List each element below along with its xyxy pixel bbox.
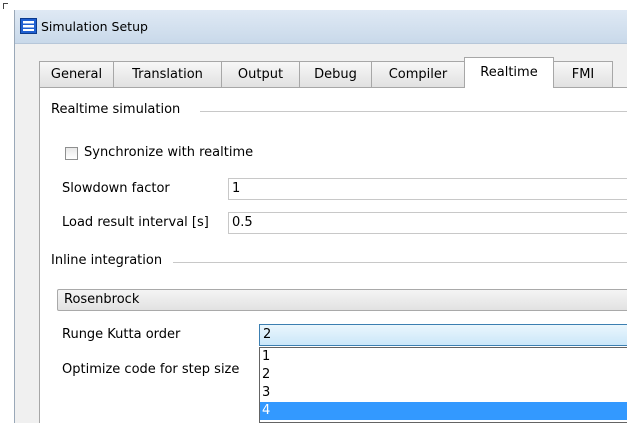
load-result-interval-input[interactable]: 0.5 bbox=[228, 212, 627, 234]
rk-order-option[interactable]: 2 bbox=[260, 366, 627, 384]
inline-group-title: Inline integration bbox=[51, 253, 166, 268]
background-window-edge bbox=[0, 0, 14, 423]
realtime-group-title: Realtime simulation bbox=[51, 102, 184, 117]
runge-kutta-order-dropdown: 1 2 3 4 bbox=[259, 347, 627, 423]
slowdown-factor-label: Slowdown factor bbox=[62, 181, 170, 196]
dialog-app-icon bbox=[20, 18, 37, 34]
rk-order-option-highlighted[interactable]: 4 bbox=[260, 402, 627, 420]
slowdown-factor-input[interactable]: 1 bbox=[228, 178, 627, 200]
tab-realtime[interactable]: Realtime bbox=[464, 57, 554, 88]
realtime-tab-panel: Realtime simulation Synchronize with rea… bbox=[39, 87, 627, 423]
synchronize-label: Synchronize with realtime bbox=[84, 145, 254, 160]
simulation-setup-dialog: Simulation Setup General Translation Out… bbox=[14, 10, 627, 423]
optimize-step-size-label: Optimize code for step size bbox=[62, 362, 240, 377]
tab-bar: General Translation Output Debug Compile… bbox=[39, 57, 627, 88]
tab-general[interactable]: General bbox=[39, 61, 114, 87]
tab-fmi[interactable]: FMI bbox=[553, 61, 613, 87]
window-corner-mark bbox=[3, 3, 8, 9]
integration-method-select[interactable]: Rosenbrock bbox=[57, 289, 627, 311]
load-result-interval-label: Load result interval [s] bbox=[62, 215, 209, 230]
runge-kutta-order-select[interactable]: 2 bbox=[259, 324, 627, 346]
tab-translation[interactable]: Translation bbox=[113, 61, 222, 87]
group-divider bbox=[200, 111, 627, 112]
tab-output[interactable]: Output bbox=[221, 61, 300, 87]
group-divider bbox=[173, 262, 627, 263]
rk-order-option[interactable]: 3 bbox=[260, 384, 627, 402]
runge-kutta-order-label: Runge Kutta order bbox=[62, 327, 181, 342]
tab-debug[interactable]: Debug bbox=[299, 61, 372, 87]
synchronize-checkbox[interactable] bbox=[65, 147, 78, 160]
rk-order-option[interactable]: 1 bbox=[260, 348, 627, 366]
dialog-title: Simulation Setup bbox=[41, 19, 148, 34]
title-bar[interactable]: Simulation Setup bbox=[15, 10, 627, 44]
tab-compiler[interactable]: Compiler bbox=[371, 61, 465, 87]
